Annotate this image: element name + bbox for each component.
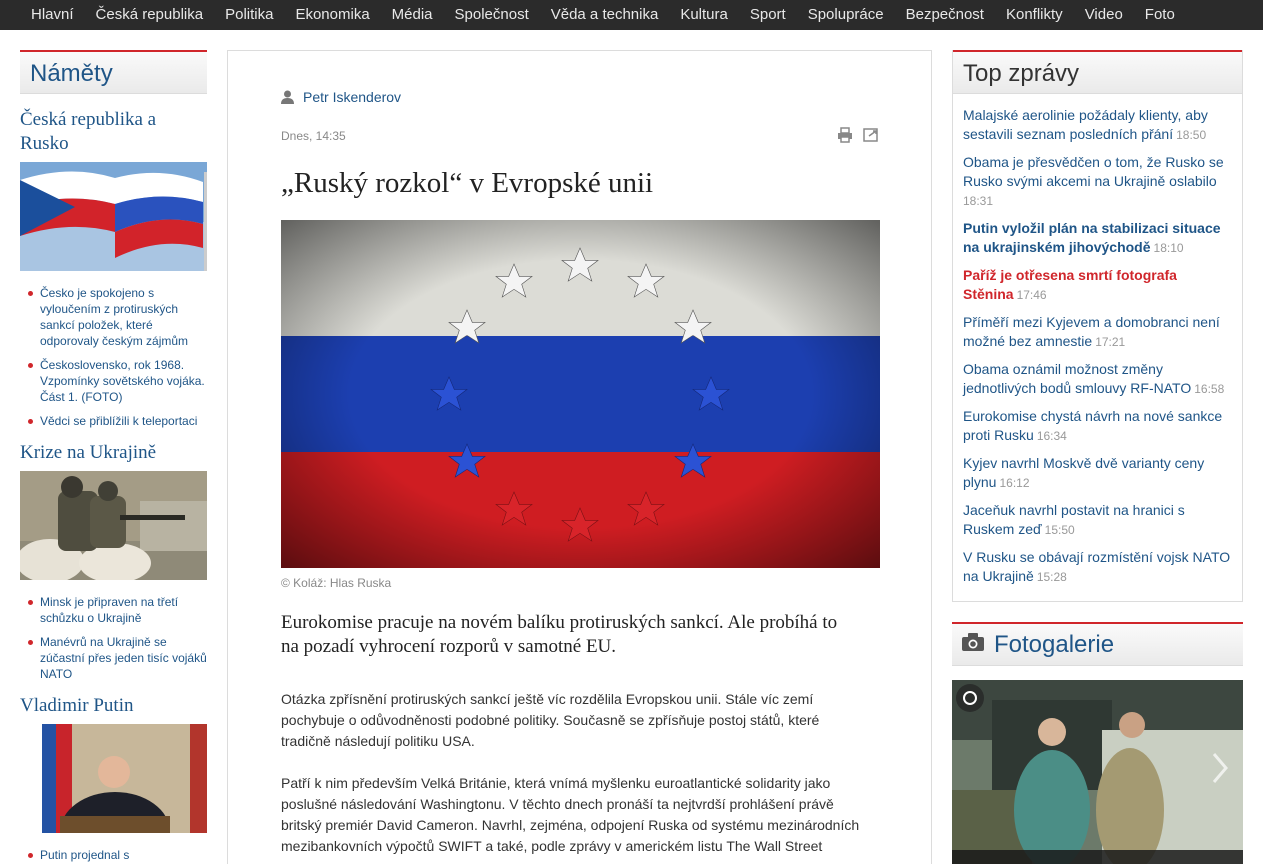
- putin-illustration: [20, 724, 207, 833]
- person-icon: [281, 90, 294, 104]
- news-item-time: 18:50: [1176, 128, 1207, 142]
- news-item[interactable]: Kyjev navrhl Moskvě dvě varianty ceny pl…: [963, 454, 1232, 493]
- news-item-time: 16:58: [1194, 382, 1225, 396]
- news-item[interactable]: V Rusku se obávají rozmístění vojsk NATO…: [963, 548, 1232, 587]
- nav-item-spolecnost[interactable]: Společnost: [444, 5, 540, 25]
- photo-gallery-image[interactable]: [952, 680, 1243, 864]
- nav-item-politika[interactable]: Politika: [214, 5, 284, 25]
- news-item[interactable]: Obama je přesvědčen o tom, že Rusko se R…: [963, 153, 1232, 211]
- news-item-time: 16:34: [1036, 429, 1067, 443]
- nav-item-video[interactable]: Video: [1074, 5, 1134, 25]
- article-date: Dnes, 14:35: [281, 129, 346, 143]
- news-item[interactable]: Příměří mezi Kyjevem a domobranci není m…: [963, 313, 1232, 352]
- topic-title[interactable]: Česká republika a Rusko: [20, 108, 207, 156]
- news-item[interactable]: Malajské aerolinie požádaly klienty, aby…: [963, 106, 1232, 145]
- russian-flag-eu-stars-illustration: [281, 220, 880, 568]
- topic-link[interactable]: Manévrů na Ukrajině se zúčastní přes jed…: [26, 634, 207, 682]
- nav-item-bezpecnost[interactable]: Bezpečnost: [895, 5, 995, 25]
- news-item-text: Paříž je otřesena smrtí fotografa Stěnin…: [963, 267, 1177, 302]
- topic-block: Česká republika a Rusko Česko je spokoje…: [20, 108, 207, 429]
- nav-item-ceska-republika[interactable]: Česká republika: [85, 5, 215, 25]
- main-nav: Hlavní Česká republika Politika Ekonomik…: [0, 0, 1263, 30]
- nav-item-foto[interactable]: Foto: [1134, 5, 1186, 25]
- image-caption: © Koláž: Hlas Ruska: [281, 576, 392, 590]
- nav-item-kultura[interactable]: Kultura: [669, 5, 739, 25]
- top-news-list: Malajské aerolinie požádaly klienty, aby…: [953, 94, 1242, 601]
- print-icon[interactable]: [837, 127, 853, 143]
- news-item-text: V Rusku se obávají rozmístění vojsk NATO…: [963, 549, 1231, 584]
- news-item-time: 18:31: [963, 194, 994, 208]
- news-item-time: 15:50: [1044, 523, 1075, 537]
- topic-link[interactable]: Putin projednal s Paraguayskym kralu kon…: [26, 847, 207, 864]
- nav-item-spoluprace[interactable]: Spolupráce: [797, 5, 895, 25]
- nav-item-sport[interactable]: Sport: [739, 5, 797, 25]
- news-item-time: 17:46: [1016, 288, 1047, 302]
- nav-item-media[interactable]: Média: [381, 5, 444, 25]
- topic-title[interactable]: Krize na Ukrajině: [20, 441, 207, 465]
- article-tools: [837, 127, 879, 143]
- top-news-header-label: Top zprávy: [963, 60, 1080, 87]
- topics-header: Náměty: [20, 50, 207, 94]
- article-main-image[interactable]: [281, 220, 880, 568]
- photo-gallery-label: Fotogalerie: [994, 630, 1115, 658]
- news-item[interactable]: Eurokomise chystá návrh na nové sankce p…: [963, 407, 1232, 446]
- topic-block: Vladimir Putin Putin projednal s Paragua…: [20, 694, 207, 864]
- news-item-time: 16:12: [999, 476, 1030, 490]
- article-paragraph: Patří k nim především Velká Británie, kt…: [281, 775, 860, 854]
- news-item-time: 17:21: [1095, 335, 1126, 349]
- topic-links: Putin projednal s Paraguayskym kralu kon…: [20, 833, 207, 864]
- article: Petr Iskenderov Dnes, 14:35 „Ruský rozko…: [227, 50, 932, 864]
- topic-title[interactable]: Vladimir Putin: [20, 694, 207, 718]
- news-item[interactable]: Obama oznámil možnost změny jednotlivých…: [963, 360, 1232, 399]
- soldiers-illustration: [20, 471, 207, 580]
- topic-links: Česko je spokojeno s vyloučením z protir…: [20, 271, 207, 429]
- news-item-time: 18:10: [1153, 241, 1184, 255]
- news-item-text: Malajské aerolinie požádaly klienty, aby…: [963, 107, 1208, 142]
- topic-link[interactable]: Minsk je připraven na třetí schůzku o Uk…: [26, 594, 207, 626]
- share-icon[interactable]: [863, 127, 879, 143]
- topics-sidebar: Náměty Česká republika a Rusko Česko je …: [20, 50, 207, 864]
- news-item-text: Příměří mezi Kyjevem a domobranci není m…: [963, 314, 1220, 349]
- top-news-box: Top zprávy Malajské aerolinie požádaly k…: [952, 50, 1243, 602]
- flags-illustration: [20, 162, 207, 271]
- nav-item-veda-a-technika[interactable]: Věda a technika: [540, 5, 670, 25]
- topic-link[interactable]: Česko je spokojeno s vyloučením z protir…: [26, 285, 207, 349]
- news-item-text: Obama oznámil možnost změny jednotlivých…: [963, 361, 1192, 396]
- topic-links: Minsk je připraven na třetí schůzku o Uk…: [20, 580, 207, 682]
- top-news-sidebar: Top zprávy Malajské aerolinie požádaly k…: [952, 50, 1243, 602]
- article-author[interactable]: Petr Iskenderov: [281, 89, 401, 105]
- topic-block: Krize na Ukrajině Minsk je připraven na …: [20, 441, 207, 682]
- nav-item-hlavni[interactable]: Hlavní: [20, 5, 85, 25]
- article-title: „Ruský rozkol“ v Evropské unii: [281, 167, 654, 199]
- article-lead: Eurokomise pracuje na novém balíku proti…: [281, 612, 838, 657]
- news-item-time: 15:28: [1036, 570, 1067, 584]
- nav-item-konflikty[interactable]: Konflikty: [995, 5, 1074, 25]
- topics-header-label: Náměty: [30, 60, 113, 87]
- czech-russian-flags-image[interactable]: [20, 162, 207, 271]
- nav-item-ekonomika[interactable]: Ekonomika: [284, 5, 380, 25]
- topic-link[interactable]: Vědci se přiblížili k teleportaci: [26, 413, 207, 429]
- news-item[interactable]: Putin vyložil plán na stabilizaci situac…: [963, 219, 1232, 258]
- news-item[interactable]: Jaceňuk navrhl postavit na hranici s Rus…: [963, 501, 1232, 540]
- author-name: Petr Iskenderov: [303, 89, 402, 105]
- ukraine-soldiers-image[interactable]: [20, 471, 207, 580]
- photo-gallery-header: Fotogalerie: [952, 622, 1243, 666]
- news-item-text: Eurokomise chystá návrh na nové sankce p…: [963, 408, 1223, 443]
- article-paragraph: Otázka zpřísnění protiruských sankcí ješ…: [281, 691, 820, 749]
- putin-photo-image[interactable]: [20, 724, 207, 833]
- topic-link[interactable]: Československo, rok 1968. Vzpomínky sově…: [26, 357, 207, 405]
- camera-icon: [962, 633, 984, 656]
- gallery-photo-illustration: [952, 680, 1243, 864]
- chevron-right-icon[interactable]: [1210, 750, 1230, 791]
- news-item-text: Obama je přesvědčen o tom, že Rusko se R…: [963, 154, 1224, 189]
- top-news-header: Top zprávy: [953, 50, 1242, 94]
- news-item[interactable]: Paříž je otřesena smrtí fotografa Stěnin…: [963, 266, 1232, 305]
